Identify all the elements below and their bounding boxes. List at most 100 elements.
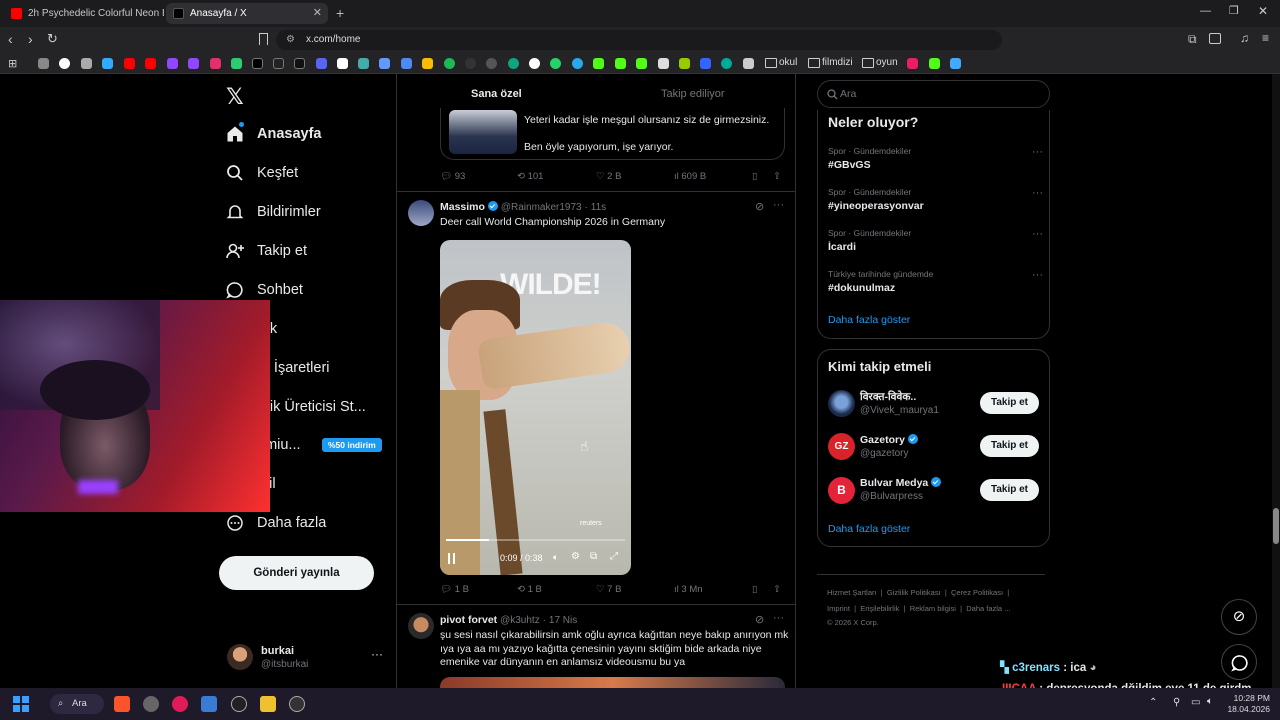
tray-icon[interactable]: ⚲ <box>1173 697 1180 708</box>
more-options-icon[interactable]: ··· <box>773 199 784 211</box>
bookmark-folder-okul[interactable]: okul <box>765 56 797 70</box>
reply-button[interactable]: 💬︎ 1 B <box>440 583 469 597</box>
trend-item[interactable]: Spor · Gündemdekiler #GBvGS ··· <box>828 146 1043 171</box>
file-explorer-icon[interactable] <box>260 696 276 712</box>
bookmark-history-icon[interactable] <box>38 58 49 69</box>
avatar[interactable] <box>408 613 434 639</box>
reload-icon[interactable]: ↻ <box>47 31 58 47</box>
follow-suggestion-name[interactable]: Gazetory <box>860 434 905 446</box>
bookmark-youtube-icon[interactable] <box>145 58 156 69</box>
bookmark-whatsapp-icon[interactable] <box>550 58 561 69</box>
video-progress-track[interactable] <box>446 539 625 541</box>
x-logo-icon[interactable]: 𝕏 <box>226 84 244 110</box>
bookmark-icon[interactable] <box>658 58 669 69</box>
more-options-icon[interactable]: ··· <box>1032 187 1043 199</box>
grok-icon[interactable]: ⊘ <box>755 613 764 626</box>
bookmark-icon[interactable] <box>231 58 242 69</box>
apps-grid-icon[interactable]: ⊞ <box>8 57 17 70</box>
extensions-icon[interactable]: ⧉ <box>1188 32 1197 47</box>
messages-floating-button[interactable] <box>1221 644 1257 680</box>
taskbar-app-icon[interactable] <box>231 696 247 712</box>
site-info-icon[interactable]: ⚙ <box>286 30 295 50</box>
bookmark-icon[interactable] <box>743 58 754 69</box>
more-options-icon[interactable]: ··· <box>1032 228 1043 240</box>
bookmark-threads-icon[interactable] <box>273 58 284 69</box>
like-button[interactable]: ♡ 2 B <box>596 170 621 184</box>
network-icon[interactable]: ▭ <box>1191 697 1200 708</box>
follow-suggestion-name[interactable]: विरक्त-विवेक.. <box>860 390 916 404</box>
bookmark-google-icon[interactable] <box>59 58 70 69</box>
reply-button[interactable]: 💬︎ 93 <box>440 170 465 184</box>
bookmark-spotify-icon[interactable] <box>444 58 455 69</box>
taskbar-app-icon[interactable] <box>143 696 159 712</box>
bookmark-icon[interactable] <box>358 58 369 69</box>
show-more-follow-link[interactable]: Daha fazla göster <box>828 523 910 535</box>
bookmark-icon[interactable] <box>700 58 711 69</box>
bookmark-icon[interactable]: ▯ <box>752 583 757 597</box>
bookmark-icon[interactable] <box>379 58 390 69</box>
author-handle[interactable]: @k3uhtz <box>500 615 540 626</box>
more-options-icon[interactable]: ··· <box>1032 269 1043 281</box>
back-icon[interactable]: ‹ <box>8 31 13 47</box>
bookmark-icon[interactable] <box>721 58 732 69</box>
bookmark-kick-icon[interactable] <box>929 58 940 69</box>
media-icon[interactable]: ♫ <box>1240 31 1249 45</box>
grok-icon[interactable]: ⊘ <box>755 200 764 213</box>
bookmark-icon[interactable] <box>950 58 961 69</box>
bookmark-icon[interactable] <box>337 58 348 69</box>
video-player[interactable]: WILDE! reuters 0:09 / 0:38 🔈︎ ⚙ ⧉ ⤢ <box>440 240 631 575</box>
scrollbar-thumb[interactable] <box>1273 508 1279 544</box>
close-window-icon[interactable]: ✕ <box>1258 4 1268 18</box>
bookmark-tiktok-icon[interactable] <box>294 58 305 69</box>
windows-start-icon[interactable] <box>13 696 29 712</box>
author-handle[interactable]: @Rainmaker1973 <box>501 202 582 213</box>
bookmark-icon[interactable] <box>401 58 412 69</box>
bookmark-kick-icon[interactable] <box>636 58 647 69</box>
post-time[interactable]: 17 Nis <box>549 615 577 626</box>
trend-item[interactable]: Spor · Gündemdekiler İcardi ··· <box>828 228 1043 253</box>
trend-item[interactable]: Türkiye tarihinde gündemde #dokunulmaz ·… <box>828 269 1043 294</box>
url-field[interactable]: ⚙ x.com/home <box>276 30 1002 50</box>
bookmark-folder-oyun[interactable]: oyun <box>862 56 898 70</box>
footer-link[interactable]: Erişilebilirlik <box>860 604 899 613</box>
views-count[interactable]: ıl 3 Mn <box>674 583 703 597</box>
bookmark-discord-icon[interactable] <box>316 58 327 69</box>
footer-link[interactable]: Gizlilik Politikası <box>887 588 941 597</box>
bookmark-icon[interactable] <box>907 58 918 69</box>
grok-floating-button[interactable]: ⊘ <box>1221 599 1257 635</box>
taskbar-app-icon[interactable] <box>172 696 188 712</box>
more-options-icon[interactable]: ··· <box>773 612 784 624</box>
bookmark-kick-icon[interactable] <box>615 58 626 69</box>
minimize-icon[interactable]: — <box>1200 5 1211 17</box>
author-name[interactable]: pivot forvet <box>440 614 497 626</box>
tray-overflow-icon[interactable]: ⌃ <box>1149 697 1157 708</box>
post-button[interactable]: Gönderi yayınla <box>219 556 374 590</box>
close-tab-icon[interactable]: ✕ <box>313 3 322 24</box>
bookmark-kick-icon[interactable] <box>593 58 604 69</box>
pip-icon[interactable]: ⧉ <box>590 551 597 562</box>
bookmark-icon[interactable]: ▯ <box>752 170 757 184</box>
follow-button[interactable]: Takip et <box>980 435 1039 457</box>
browser-tab-x[interactable]: Anasayfa / X ✕ <box>166 3 328 24</box>
bookmark-page-icon[interactable] <box>259 33 268 45</box>
footer-link[interactable]: Çerez Politikası <box>951 588 1003 597</box>
bookmark-twitch-icon[interactable] <box>167 58 178 69</box>
taskbar-clock[interactable]: 10:28 PM 18.04.2026 <box>1226 693 1270 715</box>
more-options-icon[interactable]: ··· <box>1032 146 1043 158</box>
bookmark-icon[interactable] <box>102 58 113 69</box>
trend-item[interactable]: Spor · Gündemdekiler #yineoperasyonvar ·… <box>828 187 1043 212</box>
new-tab-icon[interactable]: + <box>336 5 344 21</box>
bookmark-telegram-icon[interactable] <box>572 58 583 69</box>
menu-icon[interactable]: ≡ <box>1262 31 1269 45</box>
follow-button[interactable]: Takip et <box>980 479 1039 501</box>
pause-icon[interactable] <box>448 553 455 564</box>
bookmark-folder-filmdizi[interactable]: filmdizi <box>808 56 853 70</box>
taskbar-app-icon[interactable] <box>289 696 305 712</box>
bookmark-icon[interactable] <box>679 58 690 69</box>
bookmark-chatgpt-icon[interactable] <box>508 58 519 69</box>
account-switcher[interactable]: burkai @itsburkai ··· <box>220 638 390 678</box>
wallet-icon[interactable] <box>1209 33 1221 44</box>
share-icon[interactable]: ⇧ <box>773 583 781 597</box>
bookmark-x-icon[interactable] <box>252 58 263 69</box>
bookmark-youtube-icon[interactable] <box>124 58 135 69</box>
